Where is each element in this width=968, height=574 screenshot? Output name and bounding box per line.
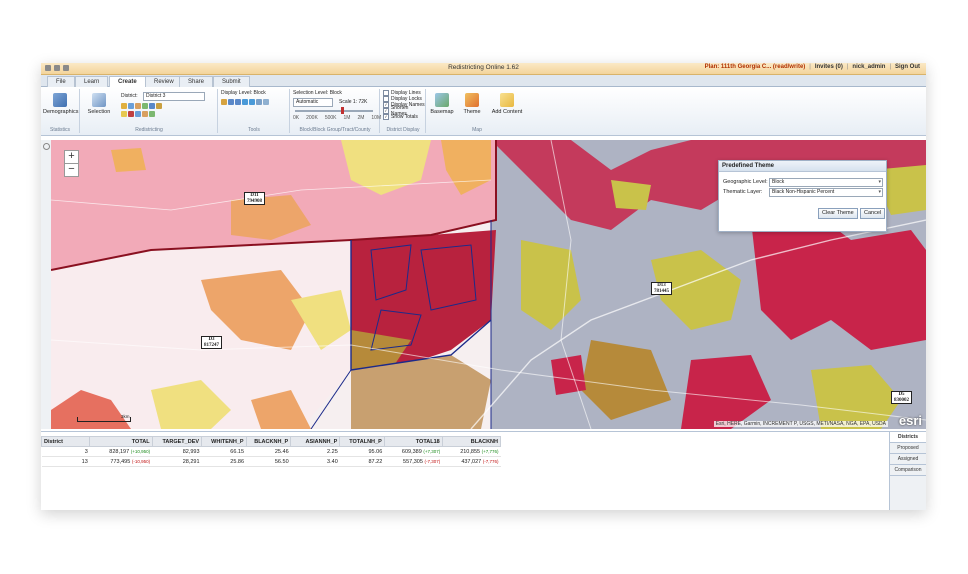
display-level: Display Level: Block: [221, 90, 266, 96]
scale-readout: Scale 1: 72K: [339, 99, 368, 105]
geographic-level-select[interactable]: Block: [769, 178, 883, 187]
label-icon[interactable]: [156, 103, 162, 109]
group-redistricting: Selection District: District 3 Redistric…: [81, 89, 218, 133]
district-label-d11[interactable]: D11 794908: [244, 192, 265, 205]
side-tabs: Districts Proposed Assigned Comparison: [889, 432, 926, 510]
col-asiannh-p[interactable]: ASIANNH_P: [290, 436, 341, 447]
fill-icon[interactable]: [135, 103, 141, 109]
forward-icon[interactable]: [249, 99, 255, 105]
tab-districts[interactable]: Districts: [890, 432, 926, 443]
automatic-select[interactable]: Automatic: [293, 98, 333, 107]
app-window: Redistricting Online 1.62 Plan: 111th Ge…: [41, 63, 926, 510]
lock-icon[interactable]: [142, 103, 148, 109]
district-label-d13[interactable]: D13 781445: [651, 282, 672, 295]
full-extent-icon[interactable]: [256, 99, 262, 105]
district-label: District:: [121, 93, 138, 99]
redistricting-tools-2: [121, 111, 155, 117]
thematic-layer-label: Thematic Layer:: [723, 189, 763, 195]
selection-icon: [92, 93, 106, 107]
table-row[interactable]: 13 773,495 (-10,950) 28,291 25.86 56.50 …: [41, 456, 501, 467]
ribbon: Demographics Statistics Selection Distri…: [41, 87, 926, 136]
scale-slider[interactable]: [295, 107, 373, 114]
cancel-button[interactable]: Cancel: [860, 208, 886, 219]
predefined-theme-panel: Predefined Theme Geographic Level: Block…: [718, 160, 887, 232]
group-statistics: Demographics Statistics: [41, 89, 80, 133]
tab-assigned[interactable]: Assigned: [890, 454, 926, 465]
col-whitenh-p[interactable]: WHITENH_P: [201, 436, 247, 447]
user-bar: Plan: 111th Georgia C... (read/write) | …: [704, 64, 920, 70]
table-header-row: District TOTAL TARGET_DEV WHITENH_P BLAC…: [41, 436, 502, 447]
theme-icon: [465, 93, 479, 107]
sign-out-link[interactable]: Sign Out: [895, 64, 920, 70]
district-stats-table: District TOTAL TARGET_DEV WHITENH_P BLAC…: [41, 436, 502, 467]
display-options: Display Lines Display Locks ✓ Display Nam…: [383, 90, 425, 120]
plan-name[interactable]: Plan: 111th Georgia C... (read/write): [705, 64, 806, 70]
col-total18[interactable]: TOTAL18: [383, 436, 443, 447]
district-label-d5[interactable]: D5 830002: [891, 391, 912, 404]
map-scale-label: 3km: [121, 414, 130, 419]
map-attribution: Esri, HERE, Garmin, INCREMENT P, USGS, M…: [713, 421, 888, 427]
lasso-icon[interactable]: [128, 103, 134, 109]
refresh-icon[interactable]: [149, 111, 155, 117]
add-content-icon: [500, 93, 514, 107]
user-link[interactable]: nick_admin: [852, 64, 885, 70]
tab-comparison[interactable]: Comparison: [890, 465, 926, 476]
col-total[interactable]: TOTAL: [89, 436, 153, 447]
district-label-d3[interactable]: D3 817247: [201, 336, 222, 349]
undo-assign-icon[interactable]: [135, 111, 141, 117]
zoom-in-icon[interactable]: [228, 99, 234, 105]
pan-icon[interactable]: [221, 99, 227, 105]
col-blacknh-p[interactable]: BLACKNH_P: [245, 436, 292, 447]
zoom-out-icon[interactable]: [235, 99, 241, 105]
tab-review[interactable]: Review: [145, 76, 183, 87]
tab-proposed[interactable]: Proposed: [890, 443, 926, 454]
district-select[interactable]: District 3: [143, 92, 205, 101]
group-tools: Display Level: Block Tools: [219, 89, 290, 133]
data-panel: District TOTAL TARGET_DEV WHITENH_P BLAC…: [41, 431, 926, 510]
tab-learn[interactable]: Learn: [75, 76, 109, 87]
back-icon[interactable]: [242, 99, 248, 105]
col-totalnh-p[interactable]: TOTALNH_P: [339, 436, 385, 447]
redistricting-tools: [121, 103, 162, 109]
identify-icon[interactable]: [263, 99, 269, 105]
tab-submit[interactable]: Submit: [213, 76, 250, 87]
basemap-button[interactable]: Basemap: [429, 93, 455, 115]
paint-icon[interactable]: [121, 103, 127, 109]
collapse-icon[interactable]: [43, 143, 50, 150]
tab-file[interactable]: File: [47, 76, 75, 87]
scale-ticks: 0K 200K 500K 1M 2M 10M: [293, 115, 382, 121]
theme-button[interactable]: Theme: [459, 93, 485, 115]
selection-button[interactable]: Selection: [85, 93, 113, 115]
group-map: Basemap Theme Add Content Map: [427, 89, 527, 133]
scale-slider-thumb[interactable]: [341, 107, 344, 114]
delete-icon[interactable]: [128, 111, 134, 117]
selection-level: Selection Level: Block: [293, 90, 342, 96]
basemap-icon: [435, 93, 449, 107]
clear-theme-button[interactable]: Clear Theme: [818, 208, 858, 219]
add-content-button[interactable]: Add Content: [491, 93, 523, 115]
group-district-display: Display Lines Display Locks ✓ Display Nam…: [381, 89, 426, 133]
invites-link[interactable]: Invites (0): [815, 64, 843, 70]
geographic-level-label: Geographic Level:: [723, 179, 768, 185]
zoom-district-icon[interactable]: [149, 103, 155, 109]
col-blacknh[interactable]: BLACKNH: [441, 436, 502, 447]
esri-logo: esri: [898, 413, 922, 428]
pencil-icon[interactable]: [142, 111, 148, 117]
lightbulb-icon[interactable]: [121, 111, 127, 117]
table-row[interactable]: 3 828,197 (+10,950) 82,993 66.15 25.46 2…: [41, 446, 501, 457]
col-target-dev[interactable]: TARGET_DEV: [151, 436, 203, 447]
ribbon-tabs: File Learn Create Review Share Submit: [41, 75, 926, 88]
map-tools: [221, 99, 269, 105]
zoom-in-button[interactable]: +: [64, 150, 79, 164]
title-bar: Redistricting Online 1.62 Plan: 111th Ge…: [41, 63, 926, 75]
tab-share[interactable]: Share: [179, 76, 214, 87]
demographics-button[interactable]: Demographics: [43, 93, 78, 115]
thematic-layer-select[interactable]: Black Non-Hispanic Percent: [769, 188, 883, 197]
demographics-icon: [53, 93, 67, 107]
theme-panel-title: Predefined Theme: [719, 161, 886, 172]
zoom-out-button[interactable]: −: [64, 163, 79, 177]
group-selection-level: Selection Level: Block Automatic Scale 1…: [293, 89, 382, 133]
col-district[interactable]: District: [41, 436, 91, 447]
